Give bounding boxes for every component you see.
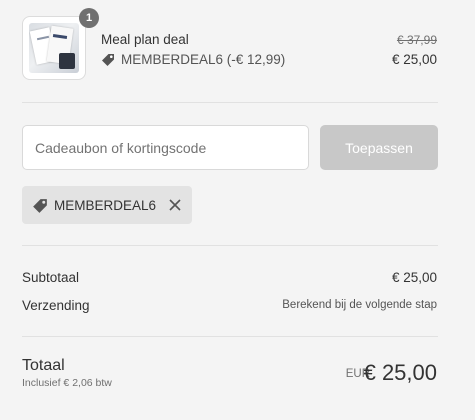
tag-icon — [101, 53, 115, 67]
subtotal-label: Subtotaal — [22, 270, 80, 285]
apply-button[interactable]: Toepassen — [320, 125, 438, 170]
product-thumbnail — [22, 16, 86, 80]
product-discount: MEMBERDEAL6 (-€ 12,99) — [101, 52, 285, 67]
product-title: Meal plan deal — [101, 32, 189, 47]
close-icon[interactable] — [168, 198, 182, 212]
shipping-value: Berekend bij de volgende stap — [282, 299, 437, 311]
applied-code-label: MEMBERDEAL6 — [54, 197, 157, 213]
quantity-badge: 1 — [79, 8, 99, 28]
tax-note: Inclusief € 2,06 btw — [22, 377, 112, 389]
shipping-label: Verzending — [22, 298, 90, 313]
divider — [22, 102, 438, 103]
tag-icon — [32, 198, 47, 213]
applied-discount-chip: MEMBERDEAL6 — [22, 186, 192, 224]
subtotal-value: € 25,00 — [391, 270, 437, 285]
original-price: € 37,99 — [396, 33, 437, 47]
total-label: Totaal — [22, 357, 65, 374]
product-image — [29, 23, 79, 73]
divider — [22, 336, 438, 337]
product-discount-text: MEMBERDEAL6 (-€ 12,99) — [121, 52, 286, 67]
discount-code-input[interactable] — [22, 125, 309, 170]
divider — [22, 245, 438, 246]
product-price: € 25,00 — [391, 52, 437, 67]
total-price: € 25,00 — [363, 360, 437, 385]
